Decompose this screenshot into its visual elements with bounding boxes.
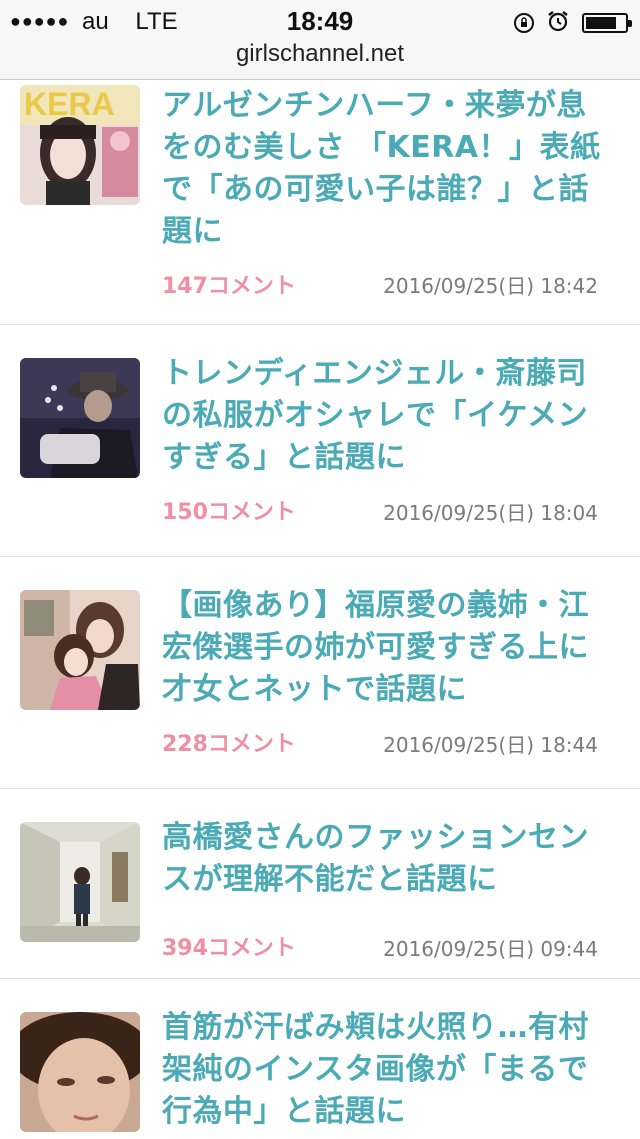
article-thumbnail[interactable] (20, 1012, 140, 1132)
comment-count[interactable]: 228コメント (162, 726, 296, 758)
selfie-hat-photo-image (20, 358, 140, 478)
post-date: 2016/09/25(日) 09:44 (383, 937, 598, 961)
post-date: 2016/09/25(日) 18:44 (383, 733, 598, 757)
article-item[interactable]: 首筋が汗ばみ頬は火照り…有村架純のインスタ画像が「まるで行為中」と話題に (0, 979, 640, 1139)
status-bar: ●●●●● au LTE 18:49 girlschannel.net (0, 0, 640, 80)
article-title[interactable]: 首筋が汗ばみ頬は火照り…有村架純のインスタ画像が「まるで行為中」と話題に (162, 1007, 612, 1133)
post-date: 2016/09/25(日) 18:42 (383, 274, 598, 298)
status-icons (514, 9, 632, 37)
article-item[interactable]: 【画像あり】福原愛の義姉・江宏傑選手の姉が可愛すぎる上に才女とネットで話題に 2… (0, 557, 640, 789)
article-thumbnail[interactable] (20, 358, 140, 478)
article-thumbnail[interactable] (20, 590, 140, 710)
comment-count[interactable]: 150コメント (162, 494, 296, 526)
article-title[interactable]: 高橋愛さんのファッションセンスが理解不能だと話題に (162, 817, 612, 901)
article-thumbnail[interactable] (20, 822, 140, 942)
article-title[interactable]: トレンディエンジェル・斎藤司の私服がオシャレで「イケメンすぎる」と話題に (162, 353, 612, 479)
article-title[interactable]: 【画像あり】福原愛の義姉・江宏傑選手の姉が可愛すぎる上に才女とネットで話題に (162, 585, 612, 711)
article-item[interactable]: KERA アルゼンチンハーフ・来夢が息をのむ美しさ 「KERA！」表紙で「あの可… (0, 80, 640, 325)
article-thumbnail[interactable]: KERA (20, 85, 140, 205)
hallway-fashion-photo-image (20, 822, 140, 942)
article-title[interactable]: アルゼンチンハーフ・来夢が息をのむ美しさ 「KERA！」表紙で「あの可愛い子は誰… (162, 85, 612, 253)
kera-magazine-cover-image: KERA (20, 85, 140, 205)
article-list: KERA アルゼンチンハーフ・来夢が息をのむ美しさ 「KERA！」表紙で「あの可… (0, 80, 640, 1139)
article-item[interactable]: トレンディエンジェル・斎藤司の私服がオシャレで「イケメンすぎる」と話題に 150… (0, 325, 640, 557)
face-closeup-photo-image (20, 1012, 140, 1132)
comment-count[interactable]: 147コメント (162, 268, 296, 300)
article-item[interactable]: 高橋愛さんのファッションセンスが理解不能だと話題に 394コメント 2016/0… (0, 789, 640, 979)
alarm-icon (546, 9, 570, 37)
rotation-lock-icon (514, 13, 534, 33)
two-women-photo-image (20, 590, 140, 710)
battery-icon (582, 13, 632, 33)
svg-text:KERA: KERA (24, 86, 115, 122)
comment-count[interactable]: 394コメント (162, 930, 296, 962)
post-date: 2016/09/25(日) 18:04 (383, 501, 598, 525)
address-bar-url[interactable]: girlschannel.net (0, 40, 640, 68)
